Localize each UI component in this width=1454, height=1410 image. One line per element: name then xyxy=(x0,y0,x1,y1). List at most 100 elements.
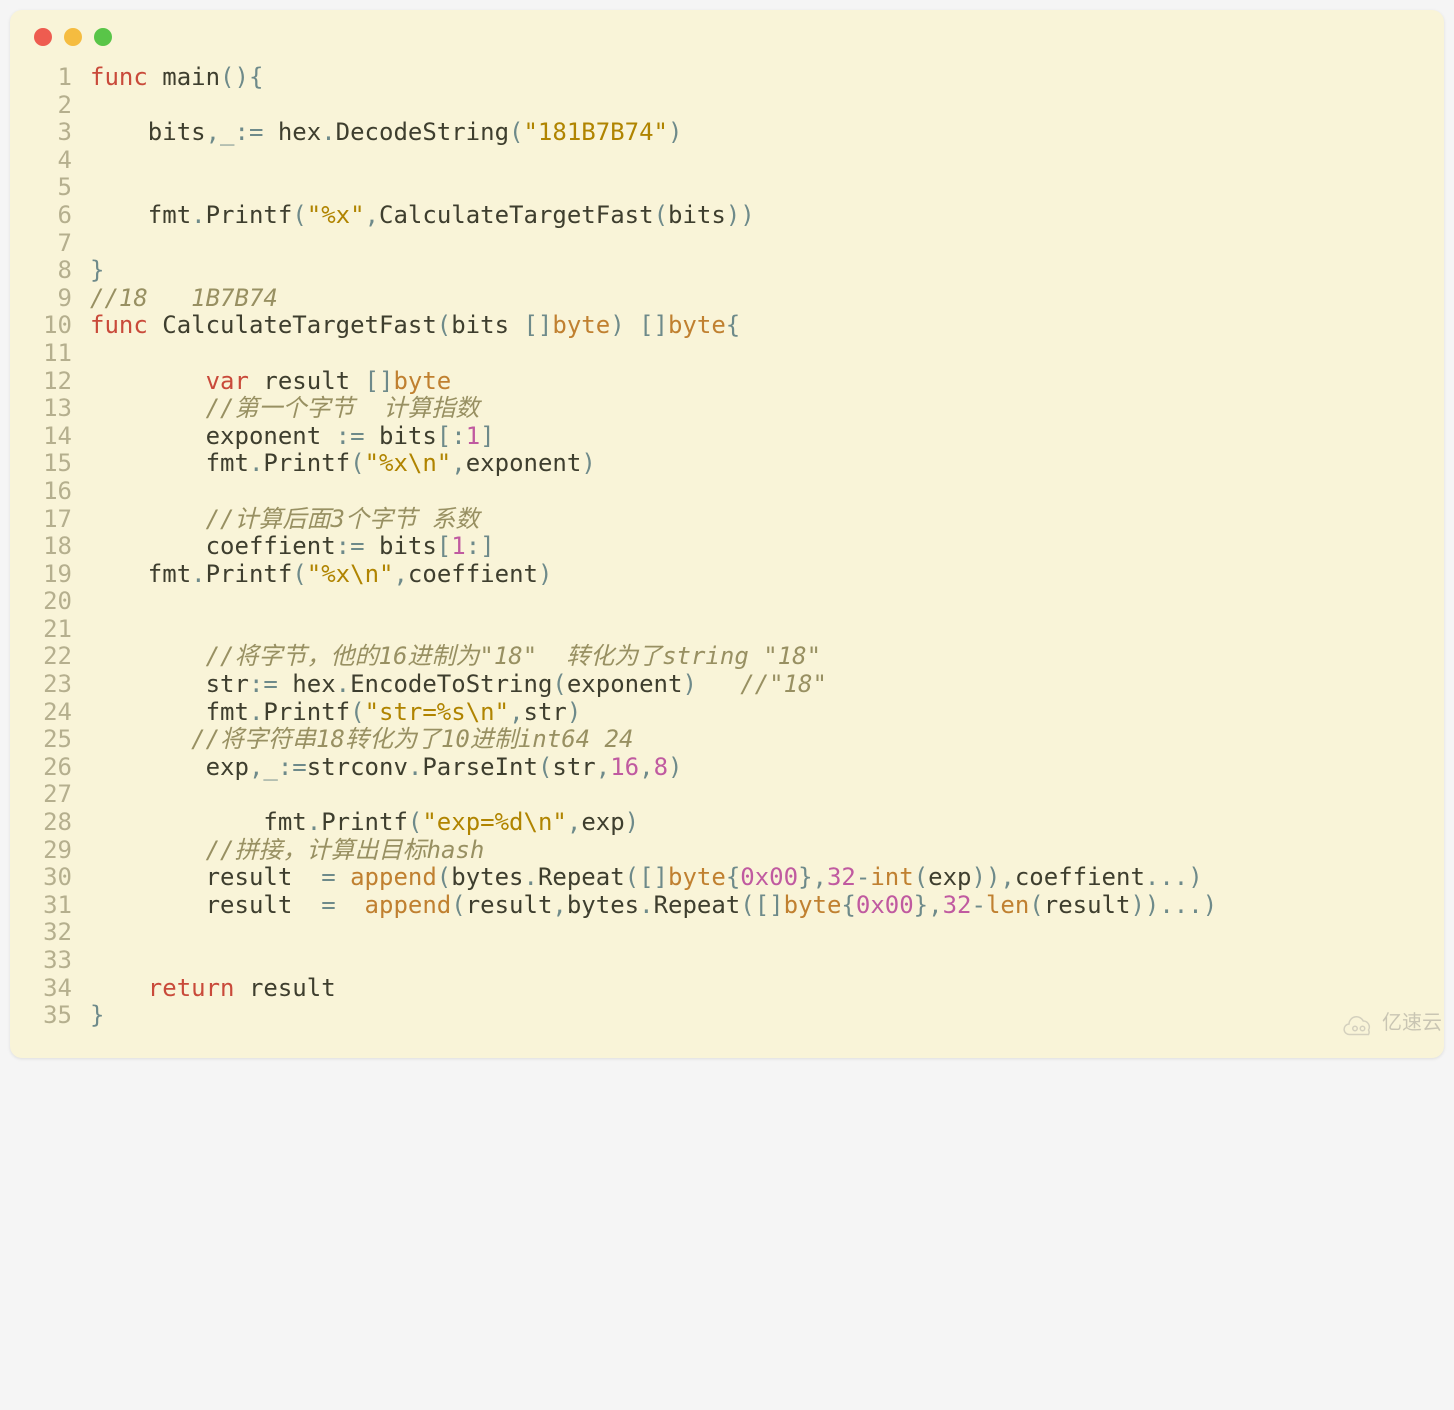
token-sl: . xyxy=(307,808,321,836)
code-card: 1func main(){2 3 bits,_:= hex.DecodeStri… xyxy=(10,10,1444,1058)
token-plain xyxy=(90,201,148,229)
token-plain xyxy=(90,891,206,919)
line-number: 34 xyxy=(26,975,72,1003)
token-sl: ( xyxy=(408,808,422,836)
token-sl: }, xyxy=(798,863,827,891)
line-number: 23 xyxy=(26,671,72,699)
token-plain xyxy=(90,560,148,588)
token-id: exp xyxy=(581,808,624,836)
token-sl: } xyxy=(90,256,104,284)
code-line: //18 1B7B74 xyxy=(90,285,1428,313)
token-plain xyxy=(90,394,206,422)
code-line: func main(){ xyxy=(90,64,1428,92)
token-sl: ,_:= xyxy=(249,753,307,781)
line-number: 3 xyxy=(26,119,72,147)
maximize-icon[interactable] xyxy=(94,28,112,46)
token-id: Repeat xyxy=(654,891,741,919)
line-number: 28 xyxy=(26,809,72,837)
token-sl: )), xyxy=(972,863,1015,891)
token-sl: ))...) xyxy=(1130,891,1217,919)
token-sl: ) xyxy=(581,449,595,477)
token-num: 32 xyxy=(943,891,972,919)
watermark-text: 亿速云 xyxy=(1382,1012,1442,1035)
token-cm: //将字符串18转化为了10进制int64 24 xyxy=(191,725,633,753)
token-sl: ([] xyxy=(740,891,783,919)
token-id: Printf xyxy=(263,449,350,477)
token-plain xyxy=(90,863,206,891)
token-id: fmt xyxy=(206,449,249,477)
token-sl: . xyxy=(249,449,263,477)
token-id: result xyxy=(235,974,336,1002)
token-sl: ( xyxy=(1029,891,1043,919)
line-number: 15 xyxy=(26,450,72,478)
line-number: 17 xyxy=(26,506,72,534)
token-sl: ( xyxy=(509,118,523,146)
code-line: var result []byte xyxy=(90,368,1428,396)
token-id: str xyxy=(524,698,567,726)
token-plain xyxy=(90,725,191,753)
token-sl: ) xyxy=(682,670,740,698)
token-sl: ) xyxy=(235,63,249,91)
line-number: 12 xyxy=(26,368,72,396)
traffic-lights xyxy=(26,28,1428,60)
line-number: 6 xyxy=(26,202,72,230)
token-cm: //第一个字节 计算指数 xyxy=(206,394,480,422)
token-plain xyxy=(90,118,148,146)
minimize-icon[interactable] xyxy=(64,28,82,46)
code-line: fmt.Printf("%x\n",exponent) xyxy=(90,450,1428,478)
token-sl: ( xyxy=(220,63,234,91)
code-line xyxy=(90,588,1428,616)
close-icon[interactable] xyxy=(34,28,52,46)
token-plain xyxy=(90,670,206,698)
token-id: DecodeString xyxy=(336,118,509,146)
code-line xyxy=(90,340,1428,368)
token-plain xyxy=(90,808,263,836)
token-str: "%x\n" xyxy=(365,449,452,477)
token-sl: , xyxy=(596,753,610,781)
token-sl: , xyxy=(639,753,653,781)
token-sl: { xyxy=(249,63,263,91)
token-sl: . xyxy=(336,670,350,698)
token-sl: , xyxy=(393,560,407,588)
line-number: 35 xyxy=(26,1002,72,1030)
token-ty: byte xyxy=(668,863,726,891)
token-id: main xyxy=(148,63,220,91)
token-sl: . xyxy=(321,118,335,146)
line-number: 22 xyxy=(26,643,72,671)
token-sl: [] xyxy=(523,311,552,339)
code-line xyxy=(90,478,1428,506)
token-sl: ( xyxy=(538,753,552,781)
token-kw: var xyxy=(206,367,249,395)
token-kw: return xyxy=(148,974,235,1002)
token-id: bits xyxy=(365,532,437,560)
token-sl: ( xyxy=(654,201,668,229)
token-id: exponent xyxy=(567,670,683,698)
code-line: //将字节，他的16进制为"18" 转化为了string "18" xyxy=(90,643,1428,671)
token-num: 8 xyxy=(654,753,668,781)
line-number: 1 xyxy=(26,64,72,92)
token-sl: }, xyxy=(914,891,943,919)
token-ty: byte xyxy=(393,367,451,395)
token-id: result xyxy=(466,891,553,919)
token-num: 16 xyxy=(610,753,639,781)
token-sl: ( xyxy=(437,311,451,339)
token-id: exp xyxy=(206,753,249,781)
token-str: "%x" xyxy=(307,201,365,229)
token-id: coeffient xyxy=(408,560,538,588)
token-sl: [] xyxy=(365,367,394,395)
token-plain xyxy=(90,642,206,670)
code-line: //拼接，计算出目标hash xyxy=(90,837,1428,865)
token-sl: :] xyxy=(466,532,495,560)
line-number: 30 xyxy=(26,864,72,892)
line-number: 9 xyxy=(26,285,72,313)
token-plain xyxy=(90,753,206,781)
code-line: fmt.Printf("exp=%d\n",exp) xyxy=(90,809,1428,837)
token-sl: := xyxy=(336,422,365,450)
token-sl: . xyxy=(408,753,422,781)
code-line xyxy=(90,230,1428,258)
code-line: //计算后面3个字节 系数 xyxy=(90,506,1428,534)
token-id: Printf xyxy=(206,201,293,229)
token-ty: append xyxy=(365,891,452,919)
token-id: bits xyxy=(668,201,726,229)
token-sl: [: xyxy=(437,422,466,450)
